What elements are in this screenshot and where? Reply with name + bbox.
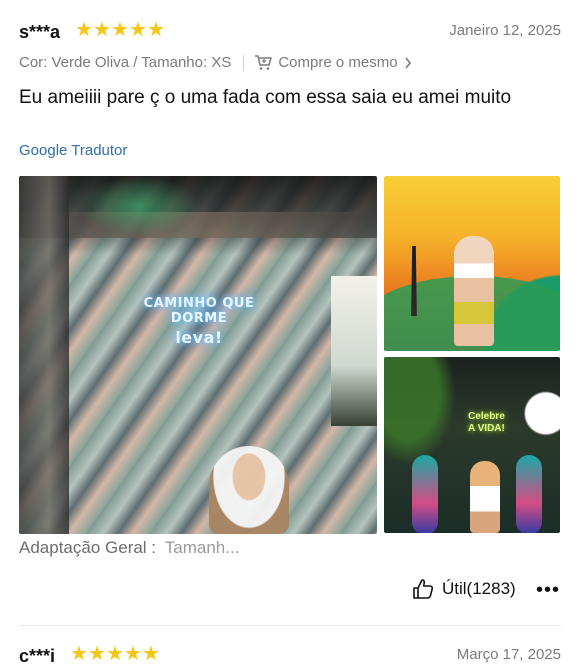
photo-art — [331, 276, 377, 426]
translate-link[interactable]: Google Tradutor — [19, 142, 127, 159]
photo-light — [79, 176, 199, 236]
photo-frame — [19, 176, 69, 534]
review-photo-2[interactable] — [384, 176, 560, 351]
fit-value: Tamanh... — [164, 538, 240, 557]
star-icon: ★ — [93, 19, 111, 41]
neon-sign: CAMINHO QUE DORME leva! — [119, 296, 279, 347]
photo-person — [470, 461, 500, 533]
review-date: Março 17, 2025 — [456, 646, 561, 663]
rating-stars: ★ ★ ★ ★ ★ — [70, 643, 160, 665]
star-icon: ★ — [88, 643, 106, 665]
chevron-right-icon[interactable] — [404, 57, 412, 69]
review-text: Eu ameiiii pare ç o uma fada com essa sa… — [19, 87, 512, 108]
star-icon: ★ — [129, 19, 147, 41]
neon-line-2: leva! — [175, 328, 223, 347]
neon-sign-2: Celebre A VIDA! — [468, 411, 505, 435]
reviewer-username: s***a — [19, 22, 61, 42]
review-card: s***a ★ ★ ★ ★ ★ Janeiro 12, 2025 Cor: Ve… — [0, 0, 580, 620]
separator — [243, 54, 245, 71]
star-icon: ★ — [75, 19, 93, 41]
review-photo-1[interactable]: CAMINHO QUE DORME leva! — [19, 176, 377, 534]
neon2-line-2: A VIDA! — [468, 423, 505, 434]
helpful-button[interactable]: Útil(1283) — [412, 578, 516, 600]
photo-person — [209, 446, 289, 534]
thumbs-up-icon — [413, 579, 434, 599]
review-header: s***a ★ ★ ★ ★ ★ Janeiro 12, 2025 — [19, 20, 561, 46]
fit-label: Adaptação Geral : — [19, 538, 157, 557]
variant-row: Cor: Verde Oliva / Tamanho: XS Compre o … — [19, 54, 412, 71]
fit-row: Adaptação Geral : Tamanh... — [19, 538, 239, 558]
buy-same-link[interactable]: Compre o mesmo — [278, 54, 397, 71]
neon2-line-1: Celebre — [468, 411, 505, 422]
star-icon: ★ — [124, 643, 142, 665]
rating-stars: ★ ★ ★ ★ ★ — [75, 19, 165, 41]
more-options-icon[interactable]: ••• — [536, 580, 560, 600]
surfboard-right — [516, 455, 542, 533]
variant-info: Cor: Verde Oliva / Tamanho: XS — [19, 54, 232, 71]
star-icon: ★ — [70, 643, 88, 665]
reviewer-username: c***i — [19, 646, 56, 665]
cart-icon — [255, 54, 273, 70]
star-icon: ★ — [106, 643, 124, 665]
surfboard-left — [412, 455, 438, 533]
star-icon: ★ — [147, 19, 165, 41]
neon-line-1: CAMINHO QUE DORME — [143, 296, 255, 326]
star-icon: ★ — [142, 643, 160, 665]
helpful-count: Útil(1283) — [442, 579, 516, 598]
photo-person — [454, 236, 494, 346]
review-photo-3[interactable]: Celebre A VIDA! — [384, 357, 560, 533]
divider — [19, 625, 561, 626]
star-icon: ★ — [111, 19, 129, 41]
review-date: Janeiro 12, 2025 — [449, 22, 561, 39]
